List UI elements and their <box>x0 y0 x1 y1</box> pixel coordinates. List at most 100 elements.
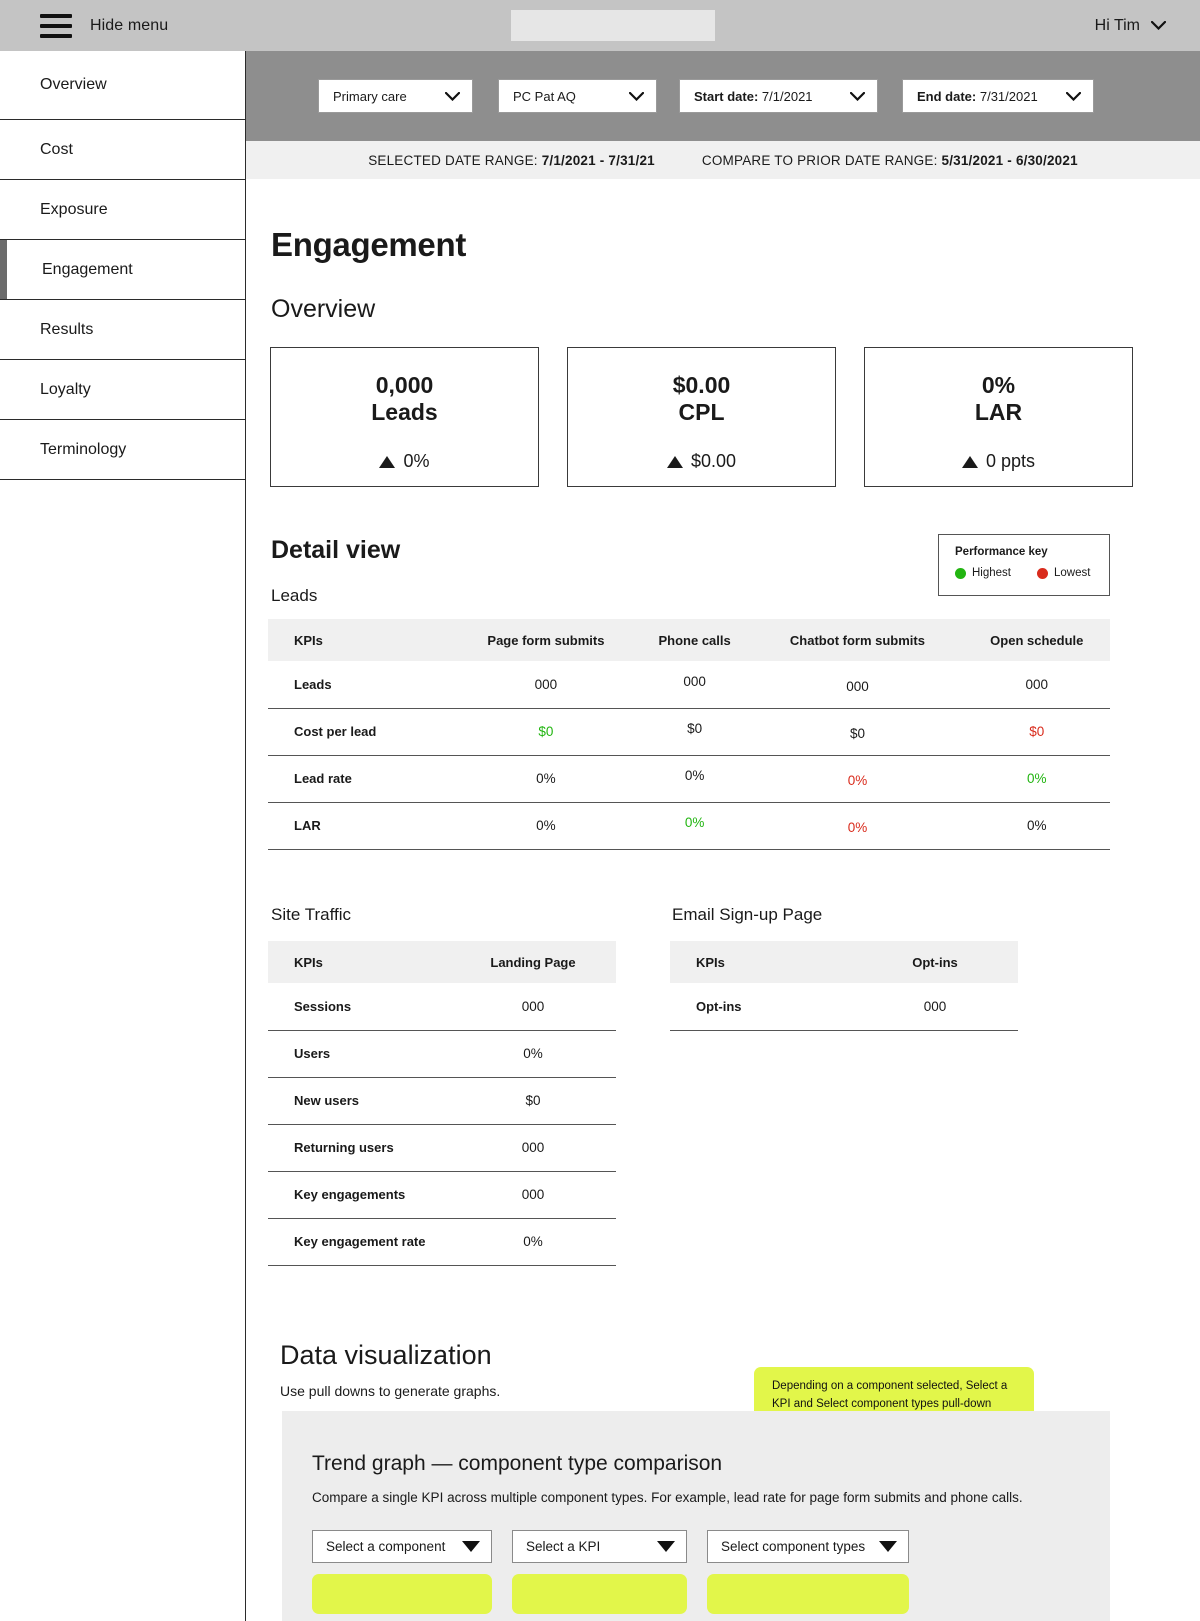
hide-menu-label[interactable]: Hide menu <box>90 17 168 35</box>
kpi-value: 0,000 <box>375 372 434 398</box>
table-cell: 0% <box>450 1218 616 1266</box>
column-header-kpis: KPIs <box>670 941 852 983</box>
sidebar-item-exposure[interactable]: Exposure <box>0 180 245 240</box>
triangle-up-icon <box>379 455 396 468</box>
table-row: Lead rate 0% 0% 0% 0% <box>268 755 1110 803</box>
kpi-delta-value: $0.00 <box>690 451 737 472</box>
table-cell: $0 <box>450 1077 616 1125</box>
user-menu[interactable]: Hi Tim <box>1095 0 1166 51</box>
site-traffic-caption: Site Traffic <box>271 905 351 924</box>
trend-graph-title: Trend graph — component type comparison <box>312 1452 723 1475</box>
sidebar-item-overview[interactable]: Overview <box>0 51 245 120</box>
triangle-down-icon <box>879 1541 897 1552</box>
date-range-summary: SELECTED DATE RANGE: 7/1/2021 - 7/31/21 … <box>246 141 1200 179</box>
green-dot-icon <box>955 567 966 579</box>
performance-key-legend: Highest Lowest <box>955 567 1109 579</box>
row-label: Key engagement rate <box>268 1218 450 1266</box>
table-row: Cost per lead $0 $0 $0 $0 <box>268 708 1110 756</box>
sidebar-item-label: Cost <box>40 140 73 158</box>
compare-date-range-value: 5/31/2021 - 6/30/2021 <box>941 152 1078 168</box>
trend-graph-description: Compare a single KPI across multiple com… <box>312 1490 1023 1505</box>
email-signup-table: KPIs Opt-ins Opt-ins 000 <box>670 941 1018 1031</box>
column-header-open-schedule: Open schedule <box>963 619 1110 661</box>
sidebar-item-label: Results <box>40 320 94 338</box>
row-label: LAR <box>268 802 454 850</box>
row-label: Sessions <box>268 983 450 1031</box>
selected-date-range: SELECTED DATE RANGE: 7/1/2021 - 7/31/21 <box>368 153 655 168</box>
start-date-value: 7/1/2021 <box>761 88 813 104</box>
kpi-label: Leads <box>371 398 438 425</box>
table-cell: 000 <box>450 983 616 1031</box>
kpi-delta: $0.00 <box>666 451 737 472</box>
table-header-row: KPIs Landing Page <box>268 941 616 983</box>
table-cell: 0% <box>450 1030 616 1078</box>
table-header-row: KPIs Page form submits Phone calls Chatb… <box>268 619 1110 661</box>
triangle-down-icon <box>462 1541 480 1552</box>
row-label: Users <box>268 1030 450 1078</box>
sidebar-item-results[interactable]: Results <box>0 300 245 360</box>
end-date-select[interactable]: End date: 7/31/2021 <box>902 79 1094 113</box>
table-cell: 000 <box>963 661 1110 709</box>
table-cell: 000 <box>450 1124 616 1172</box>
highlight-bar <box>512 1574 687 1614</box>
start-date-select[interactable]: Start date: 7/1/2021 <box>679 79 878 113</box>
end-date-label: End date: <box>917 88 977 104</box>
triangle-down-icon <box>657 1541 675 1552</box>
kpi-delta: 0 ppts <box>961 451 1035 472</box>
program-select[interactable]: PC Pat AQ <box>498 79 657 113</box>
sidebar-item-engagement[interactable]: Engagement <box>0 240 245 300</box>
select-component-types-dropdown[interactable]: Select component types <box>707 1530 909 1563</box>
performance-key-title: Performance key <box>955 546 1048 558</box>
kpi-card-cpl: $0.00 CPL $0.00 <box>567 347 836 487</box>
column-header-page-form-submits: Page form submits <box>454 619 638 661</box>
overview-heading: Overview <box>271 295 376 323</box>
table-row: Key engagement rate 0% <box>268 1218 616 1266</box>
table-cell: 000 <box>751 661 964 709</box>
hamburger-menu-icon[interactable] <box>40 13 72 38</box>
table-row: Key engagements 000 <box>268 1171 616 1219</box>
compare-date-range-label: COMPARE TO PRIOR DATE RANGE: <box>701 152 938 168</box>
practice-select[interactable]: Primary care <box>318 79 473 113</box>
leads-table-caption: Leads <box>271 586 318 605</box>
kpi-card-row: 0,000 Leads 0% $0.00 CPL $0.00 0% LAR 0 … <box>270 347 1134 487</box>
leads-table: KPIs Page form submits Phone calls Chatb… <box>268 619 1110 850</box>
search-input[interactable] <box>511 10 715 41</box>
page-title: Engagement <box>271 226 467 263</box>
performance-key-lowest-label: Lowest <box>1054 567 1091 579</box>
sidebar-item-label: Terminology <box>40 440 127 458</box>
select-a-component-dropdown[interactable]: Select a component <box>312 1530 492 1563</box>
sidebar-item-label: Overview <box>40 76 107 93</box>
table-row: New users $0 <box>268 1077 616 1125</box>
row-label: Opt-ins <box>670 983 852 1031</box>
sidebar-item-label: Engagement <box>42 260 133 278</box>
trend-graph-panel: Trend graph — component type comparison … <box>282 1411 1110 1621</box>
sidebar-item-cost[interactable]: Cost <box>0 120 245 180</box>
kpi-card-leads: 0,000 Leads 0% <box>270 347 539 487</box>
trend-graph-select-row: Select a component Select a KPI Select c… <box>312 1530 1110 1563</box>
table-cell: 0% <box>637 755 752 803</box>
detail-view-heading: Detail view <box>271 536 401 564</box>
practice-select-label: Primary care <box>333 88 407 104</box>
sidebar-item-terminology[interactable]: Terminology <box>0 420 245 480</box>
table-cell: 0% <box>963 755 1110 803</box>
select-a-component-label: Select a component <box>326 1539 446 1554</box>
table-cell: 0% <box>454 802 638 850</box>
table-cell: 0% <box>751 755 964 803</box>
row-label: Key engagements <box>268 1171 450 1219</box>
user-greeting-label: Hi Tim <box>1094 16 1140 34</box>
table-cell: $0 <box>751 708 964 756</box>
row-label: Returning users <box>268 1124 450 1172</box>
column-header-phone-calls: Phone calls <box>637 619 752 661</box>
table-row: Users 0% <box>268 1030 616 1078</box>
sidebar-item-loyalty[interactable]: Loyalty <box>0 360 245 420</box>
kpi-label: CPL <box>678 398 725 425</box>
table-cell: 000 <box>454 661 638 709</box>
chevron-down-icon <box>629 91 644 101</box>
table-cell: 0% <box>454 755 638 803</box>
table-cell: 0% <box>963 802 1110 850</box>
end-date-value: 7/31/2021 <box>979 88 1038 104</box>
table-row: Opt-ins 000 <box>670 983 1018 1031</box>
data-visualization-title: Data visualization <box>280 1340 492 1370</box>
row-label: Leads <box>268 661 454 709</box>
select-a-kpi-dropdown[interactable]: Select a KPI <box>512 1530 687 1563</box>
